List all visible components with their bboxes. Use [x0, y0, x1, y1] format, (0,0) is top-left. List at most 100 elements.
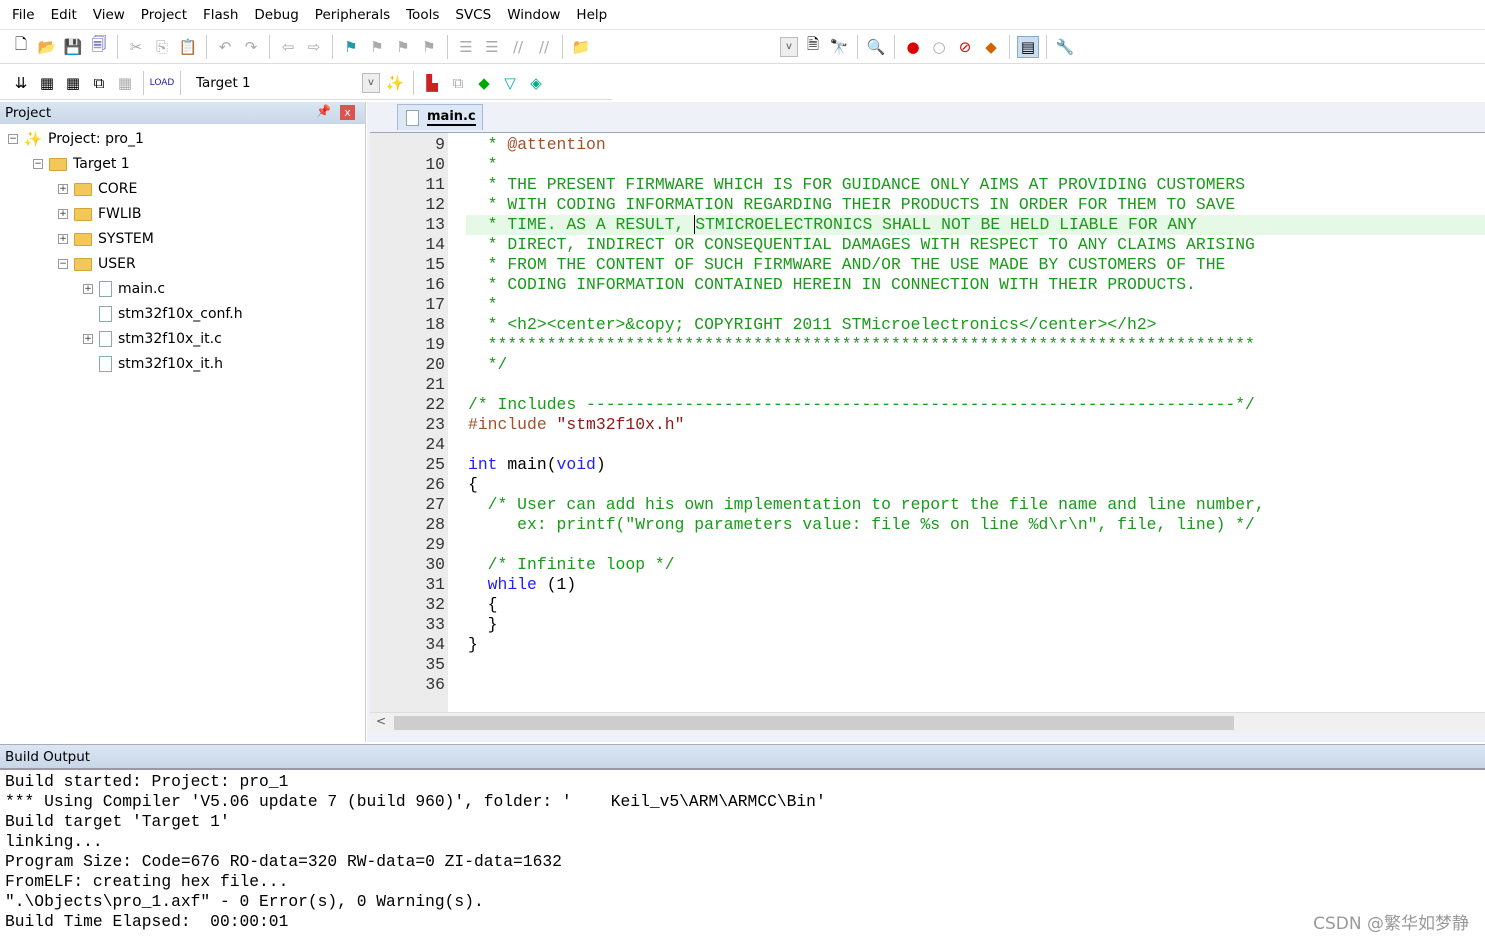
breakpoints-menu-icon[interactable]: ◆ — [980, 36, 1002, 58]
tree-item[interactable]: + main.c — [83, 277, 165, 301]
tree-item[interactable]: − USER — [58, 252, 136, 276]
nav-back-icon[interactable]: ⇦ — [277, 36, 299, 58]
expand-icon[interactable]: + — [58, 234, 68, 244]
menu-help[interactable]: Help — [568, 7, 615, 23]
select-packs-icon[interactable]: ⧉ — [447, 72, 469, 94]
collapse-icon[interactable]: − — [58, 259, 68, 269]
scroll-left-icon[interactable]: < — [376, 714, 386, 728]
code-token: "stm32f10x.h" — [556, 415, 685, 434]
project-icon: ✨ — [23, 130, 43, 148]
tree-item[interactable]: stm32f10x_conf.h — [83, 302, 243, 326]
tree-item[interactable]: + stm32f10x_it.c — [83, 327, 222, 351]
collapse-icon[interactable]: − — [8, 134, 18, 144]
new-file-icon[interactable]: 🗋 — [10, 35, 32, 58]
manage-components-icon[interactable]: ▙ — [421, 72, 443, 94]
menu-file[interactable]: File — [4, 7, 43, 23]
file-icon — [99, 356, 112, 372]
expand-icon[interactable]: + — [83, 334, 93, 344]
options-for-target-icon[interactable]: ✨ — [384, 72, 406, 94]
tree-item[interactable]: − ✨ Project: pro_1 — [8, 127, 144, 151]
rebuild-icon[interactable]: ▦ — [62, 72, 84, 94]
tab-main-c[interactable]: main.c — [397, 104, 483, 130]
breakpoint-icon[interactable]: ● — [902, 36, 924, 58]
line-number: 20 — [425, 355, 445, 374]
kill-breakpoints-icon[interactable]: ⊘ — [954, 36, 976, 58]
tree-item[interactable]: stm32f10x_it.h — [83, 352, 223, 376]
pack-installer-icon[interactable]: ▽ — [499, 72, 521, 94]
redo-icon[interactable]: ↷ — [240, 36, 262, 58]
menu-edit[interactable]: Edit — [43, 7, 85, 23]
pack-updates-icon[interactable]: ◈ — [525, 72, 547, 94]
save-all-icon[interactable]: 🗐 — [88, 35, 110, 58]
indent-icon[interactable]: ☰ — [455, 36, 477, 58]
code-line: 14 * DIRECT, INDIRECT OR CONSEQUENTIAL D… — [370, 235, 1485, 255]
batch-build-icon[interactable]: ⧉ — [88, 72, 110, 94]
code-text: * <h2><center>&copy; COPYRIGHT 2011 STMi… — [468, 315, 1157, 335]
menu-debug[interactable]: Debug — [246, 7, 306, 23]
line-number: 14 — [425, 235, 445, 254]
line-number: 34 — [425, 635, 445, 654]
open-file-icon[interactable]: 📂 — [36, 36, 58, 58]
nav-forward-icon[interactable]: ⇨ — [303, 36, 325, 58]
menu-window[interactable]: Window — [499, 7, 568, 23]
menu-project[interactable]: Project — [133, 7, 195, 23]
tree-item[interactable]: + SYSTEM — [58, 227, 154, 251]
tree-item[interactable]: + FWLIB — [58, 202, 141, 226]
menu-view[interactable]: View — [85, 7, 133, 23]
stop-build-icon[interactable]: ▦ — [114, 72, 136, 94]
menu-peripherals[interactable]: Peripherals — [307, 7, 398, 23]
copy-icon[interactable]: ⎘ — [151, 36, 173, 58]
code-editor[interactable]: 9 * @attention 10 * 11 * THE PRESENT FIRMW… — [370, 132, 1485, 712]
undo-icon[interactable]: ↶ — [214, 36, 236, 58]
prev-bookmark-icon[interactable]: ⚑ — [366, 36, 388, 58]
tree-item[interactable]: − Target 1 — [33, 152, 130, 176]
scrollbar-thumb[interactable] — [394, 716, 1234, 730]
tree-item-label: main.c — [118, 281, 166, 297]
manage-rte-icon[interactable]: ◆ — [473, 72, 495, 94]
expand-icon[interactable]: + — [58, 209, 68, 219]
collapse-icon[interactable]: − — [33, 159, 43, 169]
line-number: 17 — [425, 295, 445, 314]
find-in-files-icon[interactable]: 📁 — [570, 36, 592, 58]
build-icon[interactable]: ▦ — [36, 72, 58, 94]
code-token: /* Includes ----------------------------… — [468, 395, 1255, 414]
unindent-icon[interactable]: ☰ — [481, 36, 503, 58]
code-token: * DIRECT, INDIRECT OR CONSEQUENTIAL DAMA… — [468, 235, 1255, 254]
code-token: int — [468, 455, 498, 474]
next-bookmark-icon[interactable]: ⚑ — [392, 36, 414, 58]
find-combo-dropdown[interactable]: v — [780, 36, 798, 57]
code-text: * THE PRESENT FIRMWARE WHICH IS FOR GUID… — [468, 175, 1245, 195]
close-panel-button[interactable]: x — [340, 105, 355, 120]
download-load-icon[interactable]: LOAD — [150, 72, 175, 94]
menu-svcs[interactable]: SVCS — [447, 7, 499, 23]
incremental-find-icon[interactable]: 🗎 — [802, 35, 824, 58]
menu-flash[interactable]: Flash — [195, 7, 246, 23]
find-icon[interactable]: 🔭 — [828, 36, 850, 58]
code-text: } — [468, 635, 478, 655]
translate-icon[interactable]: ⇊ — [10, 72, 32, 94]
disable-breakpoint-icon[interactable]: ○ — [928, 36, 950, 58]
expand-icon[interactable]: + — [58, 184, 68, 194]
save-icon[interactable]: 💾 — [62, 36, 84, 58]
paste-icon[interactable]: 📋 — [177, 36, 199, 58]
build-output-line: Program Size: Code=676 RO-data=320 RW-da… — [5, 852, 562, 871]
target-dropdown[interactable]: v — [362, 72, 380, 93]
debug-session-icon[interactable]: 🔍 — [865, 36, 887, 58]
expand-icon[interactable]: + — [83, 284, 93, 294]
bookmark-icon[interactable]: ⚑ — [340, 36, 362, 58]
configure-icon[interactable]: 🔧 — [1054, 36, 1076, 58]
code-line: 35 — [370, 655, 1485, 675]
window-layout-icon[interactable]: ▤ — [1017, 35, 1039, 58]
target-select[interactable]: Target 1 — [188, 75, 358, 91]
uncomment-icon[interactable]: // — [533, 36, 555, 58]
tree-item-label: stm32f10x_it.c — [118, 331, 222, 347]
code-text: { — [468, 595, 498, 615]
tree-item[interactable]: + CORE — [58, 177, 137, 201]
clear-bookmarks-icon[interactable]: ⚑ — [418, 36, 440, 58]
line-number: 36 — [425, 675, 445, 694]
horizontal-scrollbar[interactable]: < — [370, 712, 1485, 732]
pin-icon[interactable]: 📌 — [316, 104, 331, 118]
menu-tools[interactable]: Tools — [398, 7, 447, 23]
cut-icon[interactable]: ✂ — [125, 36, 147, 58]
comment-icon[interactable]: // — [507, 36, 529, 58]
